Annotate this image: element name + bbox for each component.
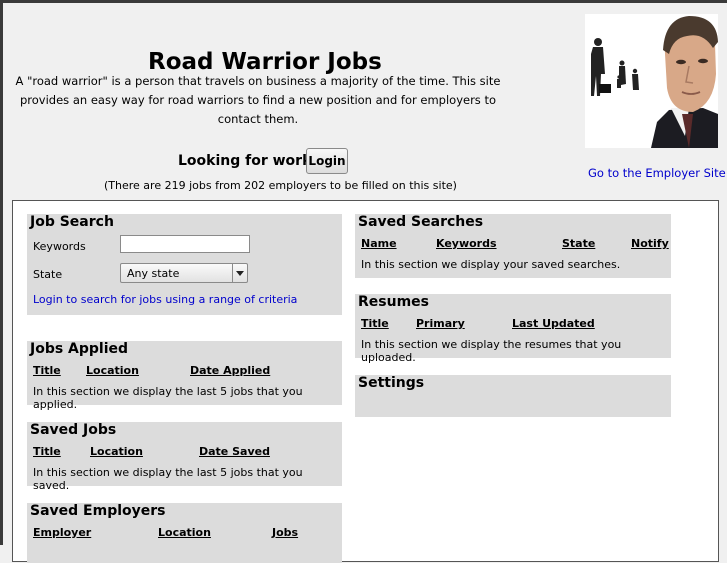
window-left-border xyxy=(0,0,3,545)
site-description: A "road warrior" is a person that travel… xyxy=(15,74,501,126)
search-criteria-link[interactable]: Login to search for jobs using a range o… xyxy=(33,293,297,306)
resumes-col-primary[interactable]: Primary xyxy=(416,317,465,330)
settings-panel: Settings xyxy=(355,375,671,417)
saved-employers-col-location[interactable]: Location xyxy=(158,526,211,539)
saved-searches-col-state[interactable]: State xyxy=(562,237,595,250)
state-select-value: Any state xyxy=(127,267,180,280)
login-button[interactable]: Login xyxy=(306,148,348,174)
saved-employers-col-employer[interactable]: Employer xyxy=(33,526,91,539)
jobs-applied-col-title[interactable]: Title xyxy=(33,364,61,377)
saved-employers-title: Saved Employers xyxy=(30,503,166,519)
chevron-down-icon xyxy=(232,264,247,282)
resumes-panel: Resumes Title Primary Last Updated In th… xyxy=(355,294,671,364)
saved-searches-panel: Saved Searches Name Keywords State Notif… xyxy=(355,214,671,278)
resumes-col-updated[interactable]: Last Updated xyxy=(512,317,595,330)
saved-jobs-title: Saved Jobs xyxy=(30,422,117,438)
looking-for-work-label: Looking for work? xyxy=(178,153,320,169)
saved-searches-col-name[interactable]: Name xyxy=(361,237,397,250)
dashboard-container: Job Search Keywords State Any state Logi… xyxy=(12,200,719,563)
saved-jobs-col-title[interactable]: Title xyxy=(33,445,61,458)
saved-employers-col-jobs[interactable]: Jobs xyxy=(272,526,298,539)
jobs-applied-message: In this section we display the last 5 jo… xyxy=(33,385,303,411)
employer-site-link[interactable]: Go to the Employer Site xyxy=(588,166,726,180)
state-select[interactable]: Any state xyxy=(120,263,248,283)
saved-jobs-col-location[interactable]: Location xyxy=(90,445,143,458)
jobs-applied-col-date[interactable]: Date Applied xyxy=(190,364,270,377)
jobs-applied-panel: Jobs Applied Title Location Date Applied… xyxy=(27,341,342,411)
state-label: State xyxy=(33,268,63,281)
businessmen-image xyxy=(585,14,718,148)
saved-searches-message: In this section we display your saved se… xyxy=(361,258,621,271)
saved-searches-col-notify[interactable]: Notify xyxy=(631,237,669,250)
keywords-label: Keywords xyxy=(33,240,86,253)
job-search-panel: Job Search Keywords State Any state Logi… xyxy=(27,214,342,315)
jobs-applied-title: Jobs Applied xyxy=(30,341,129,357)
keywords-input[interactable] xyxy=(120,235,250,253)
saved-searches-col-keywords[interactable]: Keywords xyxy=(436,237,497,250)
saved-jobs-col-date[interactable]: Date Saved xyxy=(199,445,270,458)
saved-searches-title: Saved Searches xyxy=(358,214,484,230)
resumes-message: In this section we display the resumes t… xyxy=(361,338,622,364)
job-count-text: (There are 219 jobs from 202 employers t… xyxy=(104,179,457,192)
saved-jobs-message: In this section we display the last 5 jo… xyxy=(33,466,303,492)
resumes-col-title[interactable]: Title xyxy=(361,317,389,330)
businessmen-photo xyxy=(585,14,718,148)
jobs-applied-col-location[interactable]: Location xyxy=(86,364,139,377)
resumes-title: Resumes xyxy=(358,294,429,310)
job-search-title: Job Search xyxy=(30,214,114,230)
saved-employers-panel: Saved Employers Employer Location Jobs xyxy=(27,503,342,563)
window-top-border xyxy=(0,0,727,3)
saved-jobs-panel: Saved Jobs Title Location Date Saved In … xyxy=(27,422,342,492)
settings-title: Settings xyxy=(358,375,425,391)
